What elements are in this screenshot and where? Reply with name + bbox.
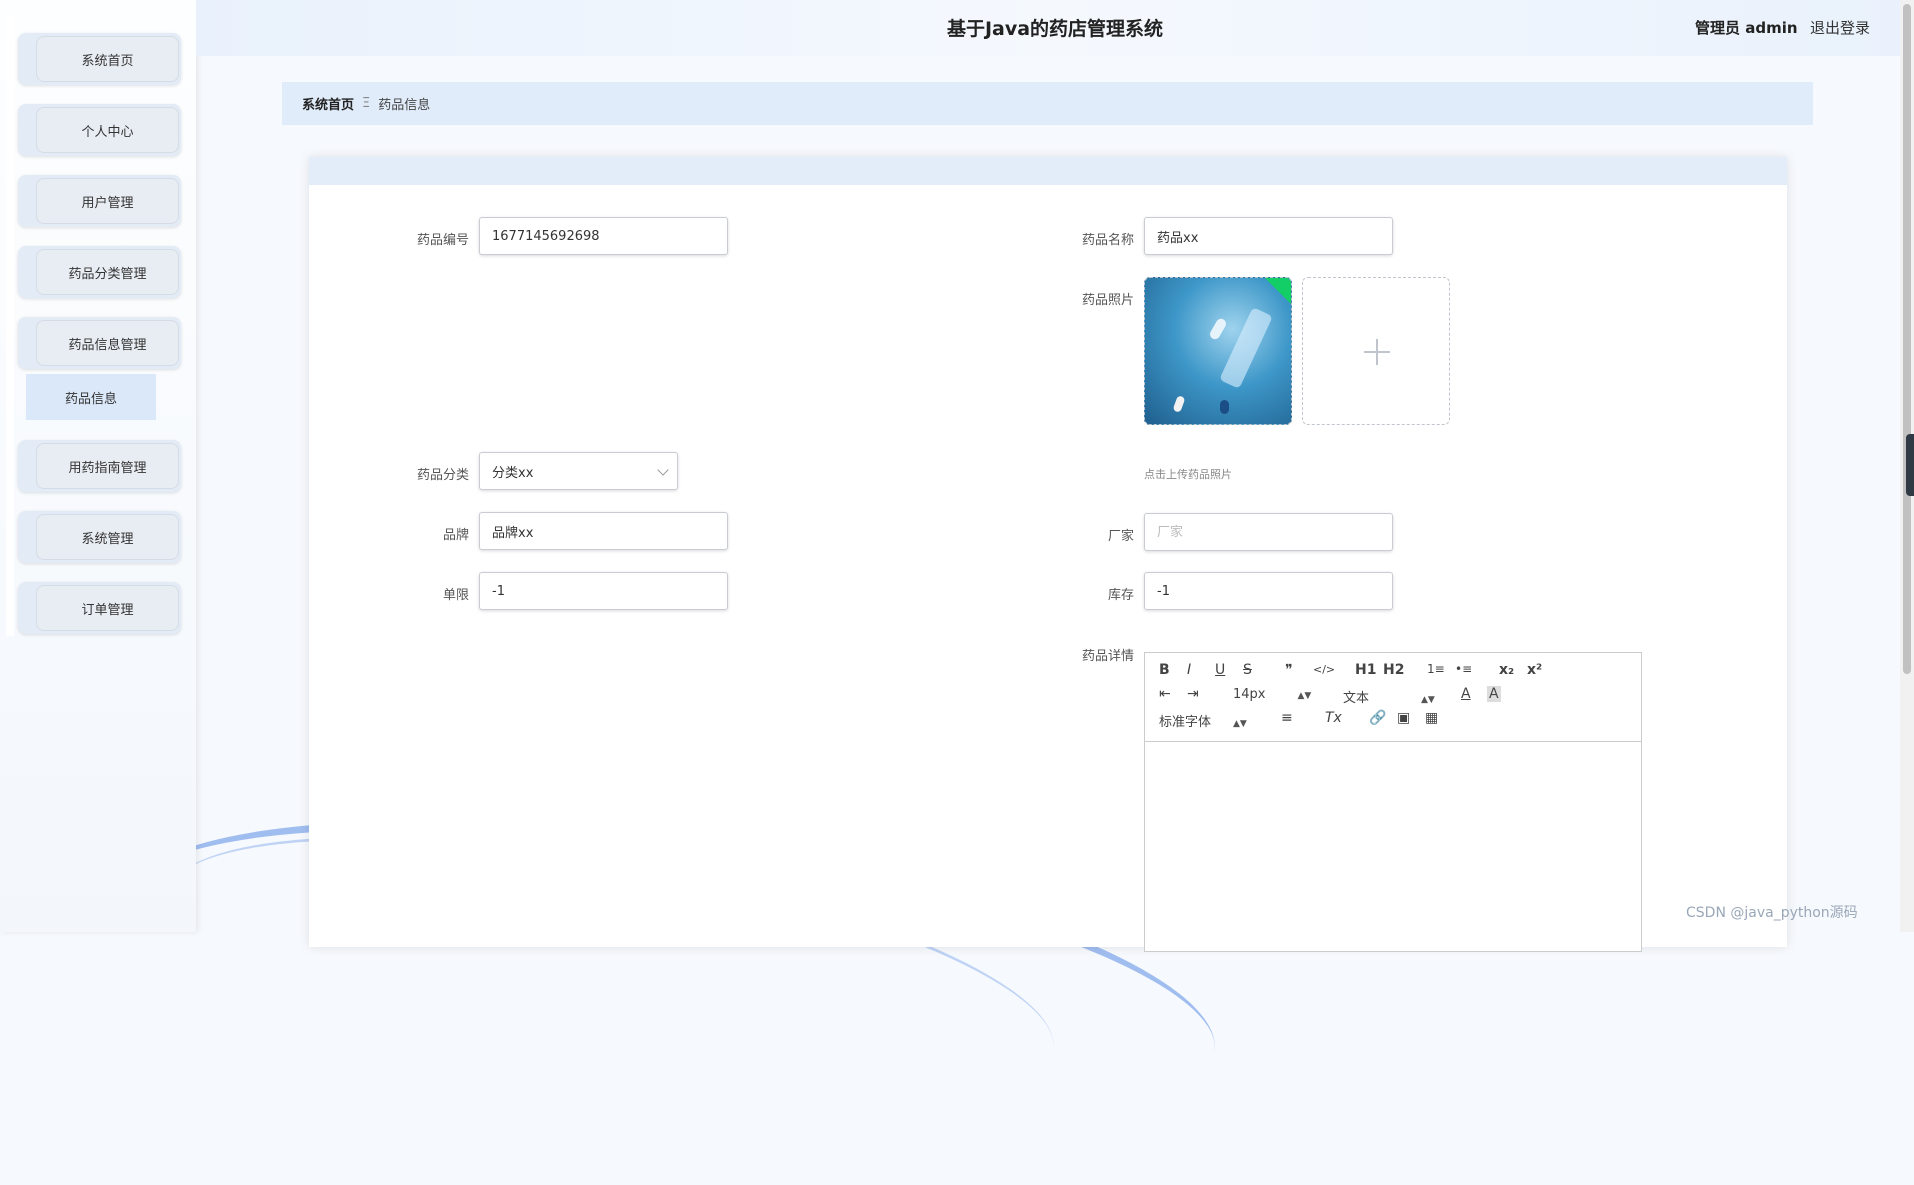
text-style-value: 文本 [1343, 691, 1370, 706]
limit-label: 单限 [442, 588, 469, 603]
category-select[interactable]: 分类xx [479, 452, 678, 490]
breadcrumb-separator-icon: Ξ [362, 96, 371, 111]
heading1-button[interactable]: H1 [1355, 662, 1376, 678]
editor-toolbar: B I U S ❞ </> H1 H2 1≡ •≡ x₂ x² ⇤ ⇥ 14px… [1145, 653, 1641, 742]
updown-icon: ▲▼ [1297, 691, 1312, 701]
brand-label: 品牌 [442, 528, 469, 543]
pill-graphic [1172, 395, 1186, 413]
pill-graphic [1208, 316, 1228, 342]
subscript-button[interactable]: x₂ [1499, 662, 1514, 678]
sidebar-item-category-management[interactable]: 药品分类管理 [18, 246, 181, 298]
sidebar-item-label: 订单管理 [36, 585, 179, 631]
align-icon[interactable]: ≡ [1281, 710, 1293, 726]
font-family-value: 标准字体 [1159, 715, 1212, 730]
stock-input[interactable] [1144, 572, 1393, 610]
editor-content-area[interactable] [1145, 742, 1641, 942]
indent-icon[interactable]: ⇥ [1187, 686, 1199, 702]
sidebar-item-order-management[interactable]: 订单管理 [18, 582, 181, 634]
maker-input[interactable] [1144, 513, 1393, 551]
category-select-value: 分类xx [492, 465, 534, 481]
plus-icon-vertical [1376, 339, 1378, 365]
code-input[interactable] [479, 217, 728, 255]
chevron-down-icon [657, 464, 669, 476]
sidebar-item-label: 药品信息管理 [36, 320, 179, 366]
rich-text-editor: B I U S ❞ </> H1 H2 1≡ •≡ x₂ x² ⇤ ⇥ 14px… [1144, 652, 1642, 952]
sidebar-item-label: 个人中心 [36, 107, 179, 153]
name-input[interactable] [1144, 217, 1393, 255]
sidebar-item-guide-management[interactable]: 用药指南管理 [18, 440, 181, 492]
maker-label: 厂家 [1107, 529, 1134, 544]
form-card: 药品编号 药品分类 分类xx 品牌 单限 药品名称 药品照片 点击上传药品照片 … [309, 157, 1787, 952]
text-style-select[interactable]: 文本 ▲▼ [1343, 687, 1435, 706]
stock-label: 库存 [1107, 588, 1134, 603]
sidebar-item-label: 用户管理 [36, 178, 179, 224]
photo-label: 药品照片 [1081, 293, 1134, 308]
code-block-button[interactable]: </> [1313, 663, 1335, 676]
sidebar-item-medicine-management[interactable]: 药品信息管理 [18, 317, 181, 369]
upload-photo-button[interactable] [1302, 277, 1450, 425]
code-label: 药品编号 [416, 233, 469, 248]
photo-upload-hint: 点击上传药品照片 [1144, 468, 1232, 481]
brand-input[interactable] [479, 512, 728, 550]
clear-format-icon[interactable]: Tx [1325, 710, 1342, 726]
app-title: 基于Java的药店管理系统 [946, 18, 1164, 40]
pill-graphic [1220, 400, 1229, 414]
detail-label: 药品详情 [1081, 649, 1134, 664]
video-icon[interactable]: ▦ [1425, 710, 1438, 726]
category-label: 药品分类 [416, 468, 469, 483]
sidebar-item-system-management[interactable]: 系统管理 [18, 511, 181, 563]
updown-icon: ▲▼ [1421, 695, 1435, 705]
sidebar-item-label: 用药指南管理 [36, 443, 179, 489]
bold-button[interactable]: B [1159, 662, 1170, 678]
sidebar-item-user-management[interactable]: 用户管理 [18, 175, 181, 227]
user-label: 管理员 admin [1695, 19, 1798, 37]
medicine-photo-thumbnail[interactable] [1144, 277, 1292, 425]
sidebar-strip [6, 14, 14, 636]
image-icon[interactable]: ▣ [1397, 710, 1410, 726]
underline-button[interactable]: U [1215, 662, 1225, 678]
breadcrumb-current: 药品信息 [378, 98, 431, 113]
breadcrumb: 系统首页 Ξ 药品信息 [282, 82, 1813, 125]
background-color-icon[interactable]: A [1487, 686, 1501, 702]
logout-link[interactable]: 退出登录 [1810, 17, 1870, 38]
sidebar: 系统首页 个人中心 用户管理 药品分类管理 药品信息管理 药品信息 用药指南管理… [0, 0, 196, 932]
sidebar-item-label: 系统首页 [36, 36, 179, 82]
font-size-select[interactable]: 14px ▲▼ [1233, 687, 1311, 702]
sidebar-item-home[interactable]: 系统首页 [18, 33, 181, 85]
pill-stream-graphic [1219, 307, 1273, 389]
updown-icon: ▲▼ [1233, 719, 1247, 729]
link-icon[interactable]: 🔗 [1369, 710, 1386, 726]
blockquote-button[interactable]: ❞ [1285, 662, 1293, 678]
font-color-icon[interactable]: A [1461, 686, 1471, 702]
watermark: CSDN @java_python源码 [1686, 905, 1858, 921]
superscript-button[interactable]: x² [1527, 662, 1542, 678]
sidebar-item-label: 系统管理 [36, 514, 179, 560]
ordered-list-button[interactable]: 1≡ [1427, 662, 1445, 676]
bullet-list-button[interactable]: •≡ [1455, 662, 1472, 676]
heading2-button[interactable]: H2 [1383, 662, 1404, 678]
strike-button[interactable]: S [1243, 662, 1252, 678]
side-handle[interactable] [1906, 434, 1914, 496]
card-header-bar [309, 157, 1787, 185]
limit-input[interactable] [479, 572, 728, 610]
breadcrumb-home[interactable]: 系统首页 [302, 94, 354, 113]
name-label: 药品名称 [1081, 233, 1134, 248]
upload-success-icon [1265, 278, 1291, 304]
font-family-select[interactable]: 标准字体 ▲▼ [1159, 711, 1247, 730]
italic-button[interactable]: I [1187, 662, 1191, 678]
sidebar-item-label: 药品分类管理 [36, 249, 179, 295]
scrollbar-thumb[interactable] [1903, 4, 1911, 674]
sidebar-subitem-medicine-info[interactable]: 药品信息 [26, 374, 156, 420]
font-size-value: 14px [1233, 687, 1266, 702]
sidebar-item-personal-center[interactable]: 个人中心 [18, 104, 181, 156]
top-header: 基于Java的药店管理系统 管理员 admin 退出登录 [196, 0, 1914, 56]
outdent-icon[interactable]: ⇤ [1159, 686, 1171, 702]
